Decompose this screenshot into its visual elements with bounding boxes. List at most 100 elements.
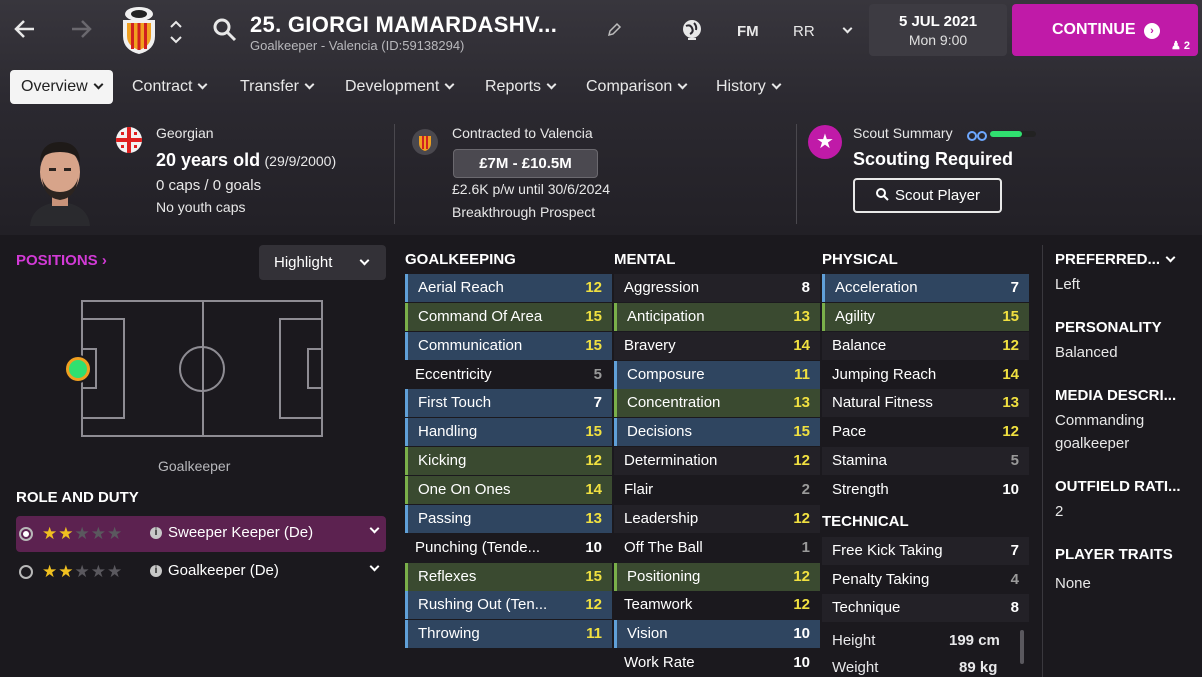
contract-club: Contracted to Valencia [452, 125, 593, 141]
tab-reports[interactable]: Reports [485, 70, 557, 104]
tab-comparison[interactable]: Comparison [586, 70, 688, 104]
attribute-row[interactable]: Penalty Taking 4 [822, 566, 1029, 594]
attribute-value: 15 [585, 567, 602, 585]
attribute-name: Composure [627, 365, 705, 383]
attribute-name: Rushing Out (Ten... [418, 596, 548, 614]
attribute-name: Teamwork [624, 596, 693, 614]
attribute-value: 7 [1010, 279, 1019, 296]
positions-link[interactable]: POSITIONS › [16, 252, 107, 269]
forward-arrow-icon[interactable] [68, 16, 94, 47]
attribute-row[interactable]: Positioning 12 [614, 562, 820, 591]
attribute-row[interactable]: Handling 15 [405, 418, 612, 447]
nationality: Georgian [156, 125, 214, 141]
player-switch-icon[interactable] [169, 18, 183, 49]
attribute-row[interactable]: Reflexes 15 [405, 562, 612, 591]
attribute-row[interactable]: One On Ones 14 [405, 475, 612, 504]
attribute-row[interactable]: Jumping Reach 14 [822, 361, 1029, 389]
attribute-row[interactable]: Strength 10 [822, 476, 1029, 504]
attribute-row[interactable]: Aerial Reach 12 [405, 274, 612, 302]
chevron-down-icon[interactable] [369, 561, 380, 572]
attribute-row[interactable]: Agility 15 [822, 302, 1029, 331]
info-icon[interactable]: i [150, 527, 162, 539]
attribute-row[interactable]: Natural Fitness 13 [822, 389, 1029, 418]
attribute-row[interactable]: Stamina 5 [822, 447, 1029, 476]
scrollbar[interactable] [1020, 630, 1024, 664]
attribute-row[interactable]: Balance 12 [822, 331, 1029, 360]
attribute-row[interactable]: Acceleration 7 [822, 274, 1029, 302]
attribute-name: Strength [832, 480, 889, 498]
highlight-dropdown[interactable]: Highlight [259, 245, 386, 280]
attribute-row[interactable]: Flair 2 [614, 476, 820, 504]
attribute-value: 7 [1010, 542, 1019, 559]
attribute-row[interactable]: Technique 8 [822, 594, 1029, 623]
preferred-foot-header[interactable]: PREFERRED... [1055, 251, 1176, 268]
tab-history[interactable]: History [716, 70, 782, 104]
attribute-row[interactable]: Free Kick Taking 7 [822, 537, 1029, 565]
continue-arrow-icon: › [1144, 23, 1160, 39]
attribute-row[interactable]: Anticipation 13 [614, 302, 820, 331]
tab-development[interactable]: Development [345, 70, 455, 104]
attribute-row[interactable]: Teamwork 12 [614, 591, 820, 619]
back-arrow-icon[interactable] [12, 16, 38, 48]
rr-button[interactable]: RR [793, 23, 815, 40]
chevron-down-icon[interactable] [369, 523, 380, 534]
attribute-value: 12 [585, 452, 602, 470]
fm-button[interactable]: FM [737, 23, 759, 40]
role-goalkeeper[interactable]: ★★★★★ i Goalkeeper (De) [16, 554, 386, 590]
attribute-value: 12 [793, 452, 810, 470]
header-menu-chevron-icon[interactable] [837, 22, 853, 40]
edit-pencil-icon[interactable] [606, 22, 622, 43]
scout-progress-bar [990, 131, 1036, 137]
date-box[interactable]: 5 JUL 2021 Mon 9:00 [869, 4, 1007, 56]
chevron-down-icon [304, 79, 315, 90]
tab-contract[interactable]: Contract [132, 70, 208, 104]
globe-icon[interactable] [680, 18, 704, 47]
attribute-row[interactable]: Punching (Tende... 10 [405, 534, 612, 562]
scout-player-button[interactable]: Scout Player [853, 178, 1002, 213]
attribute-row[interactable]: Throwing 11 [405, 620, 612, 649]
attribute-row[interactable]: Determination 12 [614, 447, 820, 476]
attribute-name: Free Kick Taking [832, 542, 943, 559]
attribute-row[interactable]: Bravery 14 [614, 331, 820, 360]
attribute-name: Eccentricity [415, 365, 492, 383]
attribute-row[interactable]: Vision 10 [614, 620, 820, 649]
attribute-row[interactable]: Aggression 8 [614, 274, 820, 302]
attribute-value: 15 [585, 336, 602, 354]
height-label: Height [832, 632, 876, 649]
attribute-name: Balance [832, 336, 887, 354]
tab-transfer[interactable]: Transfer [240, 70, 315, 104]
attribute-row[interactable]: Rushing Out (Ten... 12 [405, 591, 612, 620]
divider [394, 124, 395, 224]
attribute-row[interactable]: Pace 12 [822, 418, 1029, 446]
attribute-row[interactable]: Off The Ball 1 [614, 534, 820, 562]
attribute-row[interactable]: Command Of Area 15 [405, 302, 612, 331]
attribute-row[interactable]: Kicking 12 [405, 447, 612, 476]
attribute-row[interactable]: Eccentricity 5 [405, 361, 612, 389]
search-icon[interactable] [212, 17, 238, 48]
attribute-row[interactable]: Communication 15 [405, 331, 612, 360]
role-sweeper-keeper[interactable]: ★★★★★ i Sweeper Keeper (De) [16, 516, 386, 552]
attribute-row[interactable]: Decisions 15 [614, 418, 820, 447]
continue-label: CONTINUE [1052, 21, 1136, 38]
attribute-value: 1 [801, 538, 810, 556]
role-name: Sweeper Keeper (De) [168, 524, 314, 541]
attribute-row[interactable]: Concentration 13 [614, 389, 820, 418]
info-icon[interactable]: i [150, 565, 162, 577]
attribute-row[interactable]: Work Rate 10 [614, 649, 820, 677]
chevron-down-icon [771, 79, 782, 90]
continue-button[interactable]: CONTINUE › ♟ 2 [1012, 4, 1198, 56]
attribute-row[interactable]: Leadership 12 [614, 504, 820, 533]
attribute-value: 12 [793, 509, 810, 527]
radio-unselected[interactable] [19, 565, 33, 579]
chevron-down-icon [444, 79, 455, 90]
attribute-name: Throwing [418, 625, 480, 643]
radio-selected[interactable] [19, 527, 33, 541]
attribute-row[interactable]: Composure 11 [614, 360, 820, 389]
attribute-name: Passing [418, 509, 472, 527]
goalkeeper-position-marker[interactable] [64, 355, 92, 383]
attribute-row[interactable]: First Touch 7 [405, 389, 612, 418]
attribute-row[interactable]: Passing 13 [405, 504, 612, 533]
divider [796, 124, 797, 224]
scout-summary-label: Scout Summary [853, 125, 953, 141]
tab-overview[interactable]: Overview [10, 70, 113, 104]
